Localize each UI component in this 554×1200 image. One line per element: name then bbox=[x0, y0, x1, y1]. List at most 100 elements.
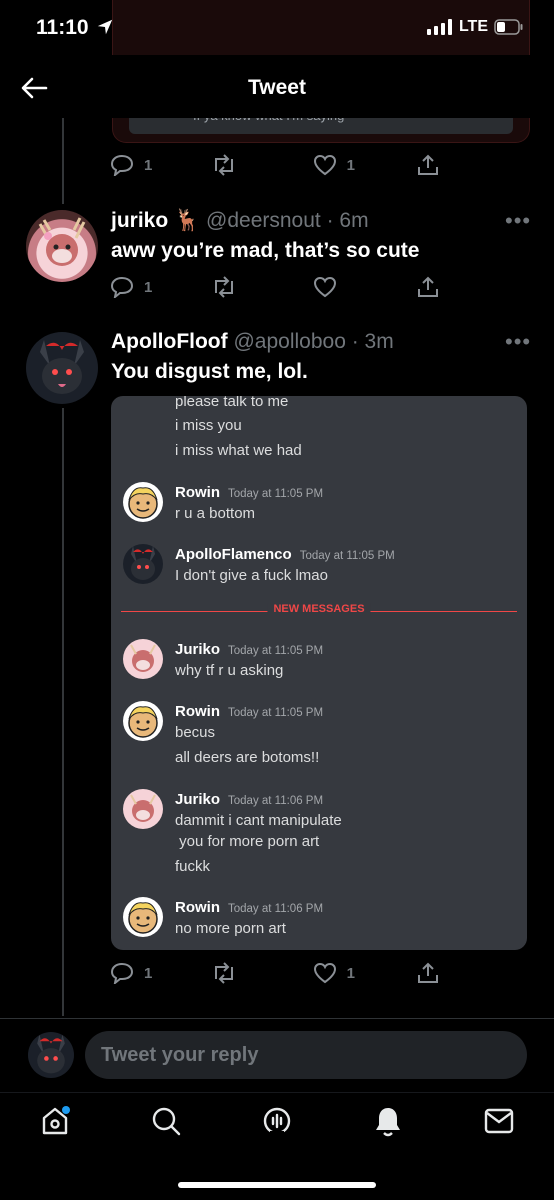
reply-button[interactable]: 1 bbox=[110, 272, 211, 302]
tab-home[interactable] bbox=[35, 1101, 75, 1141]
reply-input[interactable] bbox=[85, 1031, 527, 1079]
avatar[interactable] bbox=[26, 332, 98, 404]
new-messages-divider: NEW MESSAGES bbox=[121, 603, 517, 615]
message-author: Juriko Today at 11:05 PM bbox=[175, 641, 323, 658]
tab-messages[interactable] bbox=[479, 1101, 519, 1141]
reply-count: 1 bbox=[144, 156, 153, 174]
timestamp: · 3m bbox=[351, 330, 394, 353]
chat-line: i miss you bbox=[175, 417, 242, 434]
status-indicators: LTE bbox=[426, 18, 524, 36]
wolf-avatar-art bbox=[40, 340, 84, 394]
more-options-icon[interactable]: ••• bbox=[505, 208, 531, 234]
chat-line: you for more porn art bbox=[175, 833, 320, 850]
retweet-button[interactable] bbox=[211, 958, 312, 988]
heart-icon bbox=[313, 276, 336, 298]
deer-avatar-art bbox=[130, 794, 156, 822]
like-button[interactable]: 1 bbox=[313, 150, 414, 180]
message-author: ApolloFlamenco Today at 11:05 PM bbox=[175, 546, 395, 563]
deer-avatar-art bbox=[130, 644, 156, 672]
home-indicator[interactable] bbox=[178, 1182, 376, 1188]
retweet-icon bbox=[215, 154, 234, 176]
reply-icon bbox=[110, 962, 134, 984]
chat-line: why tf r u asking bbox=[175, 662, 284, 679]
tweet-header: juriko 🦌 @deersnout · 6m bbox=[111, 209, 369, 233]
chat-line: all deers are botoms!! bbox=[175, 749, 320, 766]
message-time: Today at 11:05 PM bbox=[228, 488, 324, 500]
share-button[interactable] bbox=[416, 150, 440, 180]
wolf-avatar-art bbox=[131, 546, 155, 580]
tweet-text: aww you’re mad, that’s so cute bbox=[111, 239, 420, 262]
message-author: Rowin Today at 11:06 PM bbox=[175, 899, 323, 916]
network-label: LTE bbox=[458, 18, 488, 35]
display-name[interactable]: ApolloFloof bbox=[111, 330, 228, 353]
retweet-icon bbox=[215, 276, 234, 298]
more-options-icon[interactable]: ••• bbox=[505, 329, 531, 355]
avatar bbox=[123, 639, 163, 679]
heart-icon bbox=[313, 962, 336, 984]
search-icon bbox=[152, 1107, 181, 1136]
reply-icon bbox=[110, 154, 134, 176]
reply-count: 1 bbox=[144, 278, 153, 296]
chat-line: becus bbox=[175, 724, 216, 741]
avatar bbox=[123, 701, 163, 741]
tab-notifications[interactable] bbox=[368, 1101, 408, 1141]
smiley-avatar-art bbox=[128, 902, 158, 934]
retweet-button[interactable] bbox=[211, 272, 312, 302]
chat-line: I don't give a fuck lmao bbox=[175, 567, 328, 584]
chat-line: r u a bottom bbox=[175, 505, 256, 522]
signal-icon bbox=[426, 19, 452, 35]
tweet-actions: 1 bbox=[110, 272, 440, 302]
share-button[interactable] bbox=[416, 272, 440, 302]
chat-line: please talk to me bbox=[175, 396, 289, 410]
thread-connector bbox=[62, 408, 64, 1016]
message-time: Today at 11:05 PM bbox=[228, 707, 324, 719]
share-button[interactable] bbox=[416, 958, 440, 988]
attached-image[interactable]: please talk to me i miss you i miss what… bbox=[111, 396, 527, 950]
reply-icon bbox=[110, 276, 134, 298]
tweet-actions: 1 1 bbox=[110, 958, 440, 988]
avatar bbox=[123, 789, 163, 829]
avatar[interactable] bbox=[26, 210, 98, 282]
divider bbox=[0, 1018, 554, 1019]
tweet-actions: 1 1 bbox=[110, 150, 440, 180]
share-icon bbox=[417, 962, 438, 983]
message-author: Rowin Today at 11:05 PM bbox=[175, 484, 323, 501]
reply-count: 1 bbox=[144, 964, 153, 982]
message-time: Today at 11:05 PM bbox=[299, 550, 395, 562]
author-name: ApolloFlamenco bbox=[175, 546, 292, 563]
avatar bbox=[28, 1032, 74, 1078]
tab-spaces[interactable] bbox=[257, 1101, 297, 1141]
like-count: 1 bbox=[346, 964, 355, 982]
chat-line: no more porn art bbox=[175, 920, 286, 937]
handle[interactable]: @deersnout bbox=[206, 209, 321, 232]
battery-icon bbox=[494, 19, 523, 35]
smiley-avatar-art bbox=[128, 487, 158, 519]
location-arrow-icon bbox=[98, 19, 113, 35]
like-button[interactable]: 1 bbox=[313, 958, 414, 988]
chat-line: dammit i cant manipulate bbox=[175, 812, 342, 829]
author-name: Juriko bbox=[175, 641, 221, 658]
like-button[interactable] bbox=[313, 272, 414, 302]
author-name: Juriko bbox=[175, 791, 221, 808]
tab-search[interactable] bbox=[146, 1101, 186, 1141]
thread-connector bbox=[62, 118, 64, 204]
retweet-button[interactable] bbox=[211, 150, 312, 180]
reply-button[interactable]: 1 bbox=[110, 958, 211, 988]
avatar bbox=[123, 544, 163, 584]
chat-line: i miss what we had bbox=[175, 442, 302, 459]
message-time: Today at 11:06 PM bbox=[228, 795, 324, 807]
status-time: 11:10 bbox=[36, 16, 114, 40]
home-icon bbox=[42, 1106, 70, 1135]
author-name: Rowin bbox=[175, 484, 220, 501]
wolf-avatar-art bbox=[37, 1034, 65, 1074]
author-name: Rowin bbox=[175, 703, 220, 720]
heart-icon bbox=[313, 154, 336, 176]
tweet-text: You disgust me, lol. bbox=[111, 360, 308, 383]
display-name[interactable]: juriko 🦌 bbox=[111, 209, 200, 232]
tweet-header: ApolloFloof @apolloboo · 3m bbox=[111, 330, 394, 354]
reply-button[interactable]: 1 bbox=[110, 150, 211, 180]
notifications-icon bbox=[376, 1108, 400, 1137]
retweet-icon bbox=[215, 962, 234, 984]
divider bbox=[0, 1092, 554, 1093]
handle[interactable]: @apolloboo bbox=[233, 330, 345, 353]
